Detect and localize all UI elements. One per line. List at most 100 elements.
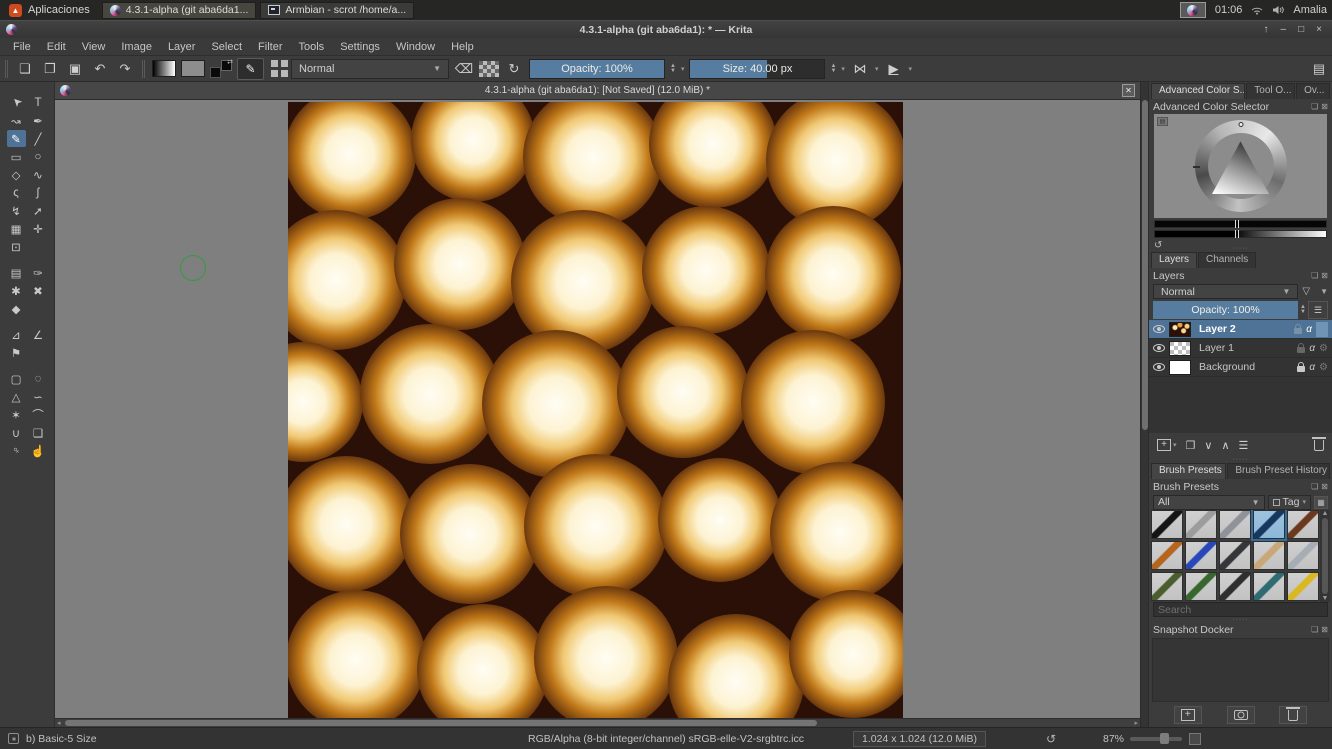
open-document-button[interactable]: ❐	[40, 59, 60, 79]
vertical-scrollbar[interactable]	[1140, 82, 1148, 727]
layer-blending-mode-dropdown[interactable]: Normal ▼	[1153, 284, 1298, 299]
tool-freehand-path[interactable]: ∫	[29, 184, 48, 201]
switch-to-snapshot-button[interactable]	[1227, 706, 1255, 724]
shade-button[interactable]: ↑	[1264, 24, 1269, 35]
tool-outline-select[interactable]: ❏	[29, 424, 48, 441]
tool-rect-select[interactable]: ▢	[7, 370, 26, 387]
tool-reference-images[interactable]: ⚑	[7, 344, 26, 361]
create-snapshot-button[interactable]: +	[1174, 706, 1202, 724]
tool-ellipse[interactable]: ○	[29, 148, 48, 165]
float-docker-icon[interactable]: ❏	[1311, 102, 1318, 111]
canvas-viewport[interactable]	[55, 100, 1140, 718]
zoom-level[interactable]: 87%	[1103, 733, 1124, 745]
brush-grid-scrollbar[interactable]: ▲ ▼	[1320, 510, 1330, 602]
reload-preset-button[interactable]: ↻	[504, 59, 524, 79]
tool-dynamic-brush[interactable]: ↯	[7, 202, 26, 219]
scroll-down-icon[interactable]: ▼	[1322, 595, 1329, 602]
menu-window[interactable]: Window	[388, 41, 443, 53]
lock-icon[interactable]	[1297, 347, 1305, 353]
zoom-to-fit-icon[interactable]	[1189, 733, 1201, 745]
toolbar-drag-handle[interactable]	[5, 60, 8, 78]
brush-preset-2[interactable]	[1219, 510, 1251, 539]
alpha-lock-icon[interactable]: α	[1309, 362, 1315, 373]
gradient-chooser[interactable]	[152, 60, 176, 77]
scroll-up-icon[interactable]: ▲	[1322, 510, 1329, 517]
layer-row-layer-1[interactable]: Layer 1 α ⚙	[1149, 339, 1332, 358]
tool-line[interactable]: ╱	[29, 130, 48, 147]
layer-row-layer-2[interactable]: Layer 2 α	[1149, 320, 1332, 339]
layer-drag-handle[interactable]	[1316, 322, 1328, 337]
pattern-chooser[interactable]	[181, 60, 205, 77]
horizontal-scrollbar[interactable]: ◂ ▸	[55, 718, 1140, 727]
layer-row-background[interactable]: Background α ⚙	[1149, 358, 1332, 377]
menu-settings[interactable]: Settings	[332, 41, 388, 53]
lightness-bar[interactable]	[1154, 230, 1327, 238]
move-layer-up-button[interactable]: ∧	[1221, 439, 1229, 452]
tab-brush-presets[interactable]: Brush Presets	[1151, 463, 1226, 479]
taskbar-window-0[interactable]: 4.3.1-alpha (git aba6da1...	[102, 2, 257, 19]
brush-preset-status-icon[interactable]	[8, 733, 19, 744]
save-button[interactable]: ▣	[65, 59, 85, 79]
remove-snapshot-button[interactable]	[1279, 706, 1307, 724]
mirror-vertical-button[interactable]: ▶	[883, 59, 903, 79]
size-spinner[interactable]: ▲▼	[830, 64, 836, 74]
tab-layers[interactable]: Layers	[1151, 252, 1197, 268]
tool-ellipse-select[interactable]: ◌	[29, 370, 48, 387]
opacity-spinner[interactable]: ▲▼	[670, 64, 676, 74]
tool-smart-patch[interactable]: ✱	[7, 282, 26, 299]
close-docker-icon[interactable]: ⊠	[1321, 102, 1328, 111]
tool-assistants[interactable]: ⊿	[7, 326, 26, 343]
close-document-icon[interactable]: ✕	[1122, 84, 1135, 97]
menu-help[interactable]: Help	[443, 41, 482, 53]
opacity-options-caret[interactable]: ▾	[681, 65, 685, 73]
eraser-mode-button[interactable]: ⌫	[454, 59, 474, 79]
preset-display-options-button[interactable]: ▦	[1314, 496, 1328, 509]
close-button[interactable]: ×	[1316, 24, 1322, 35]
close-docker-icon[interactable]: ⊠	[1321, 482, 1328, 491]
layer-thumbnail[interactable]	[1169, 322, 1191, 337]
tool-zoom[interactable]: ♀	[3, 438, 28, 463]
tool-pan[interactable]: ☝	[29, 442, 48, 459]
visibility-icon[interactable]	[1153, 363, 1165, 371]
tool-rectangle[interactable]: ▭	[7, 148, 26, 165]
add-layer-button[interactable]: + ▾	[1157, 439, 1177, 451]
brush-preset-12[interactable]	[1219, 572, 1251, 601]
tool-bezier-select[interactable]: ⌒	[29, 406, 48, 423]
scroll-track[interactable]	[1322, 518, 1328, 594]
user-name[interactable]: Amalia	[1293, 4, 1327, 16]
horizontal-scroll-handle[interactable]	[65, 720, 817, 726]
tab-tool-options[interactable]: Tool O...	[1246, 83, 1295, 99]
duplicate-layer-button[interactable]: ❐	[1186, 439, 1196, 452]
brush-preset-1[interactable]	[1185, 510, 1217, 539]
toolbar-drag-handle[interactable]	[142, 60, 145, 78]
workspace-chooser-button[interactable]: ▤	[1309, 59, 1329, 79]
tab-brush-preset-history[interactable]: Brush Preset History	[1227, 463, 1330, 479]
alpha-lock-icon[interactable]: α	[1309, 343, 1315, 354]
brush-preset-5[interactable]	[1151, 541, 1183, 570]
menu-layer[interactable]: Layer	[160, 41, 204, 53]
layer-style-icon[interactable]: ⚙	[1319, 362, 1328, 373]
tool-polygon[interactable]: ◇	[7, 166, 26, 183]
tool-freehand-select[interactable]: ∽	[29, 388, 48, 405]
brush-preset-10[interactable]	[1151, 572, 1183, 601]
tool-calligraphy[interactable]: ✒	[29, 112, 48, 129]
redo-button[interactable]: ↷	[115, 59, 135, 79]
brush-tag-filter-dropdown[interactable]: All ▼	[1153, 495, 1265, 510]
foreground-background-colors[interactable]: ⇄	[210, 60, 232, 78]
zoom-slider[interactable]	[1130, 737, 1182, 741]
tool-colorize-mask[interactable]: ✖	[29, 282, 48, 299]
brush-editor-button[interactable]: ✎	[237, 58, 264, 80]
layer-filter-caret[interactable]: ▼	[1320, 287, 1328, 296]
tool-bezier-curve[interactable]: ς	[7, 184, 26, 201]
tool-freehand-brush[interactable]: ✎	[7, 130, 26, 147]
brush-preset-7[interactable]	[1219, 541, 1251, 570]
color-history-bar[interactable]	[1154, 220, 1327, 228]
taskbar-window-1[interactable]: Armbian - scrot /home/a...	[260, 2, 414, 19]
brush-preset-6[interactable]	[1185, 541, 1217, 570]
brush-preset-11[interactable]	[1185, 572, 1217, 601]
float-docker-icon[interactable]: ❏	[1311, 482, 1318, 491]
vertical-scroll-handle[interactable]	[1142, 100, 1148, 430]
layer-properties-button[interactable]: ☰	[1239, 439, 1249, 452]
layer-style-icon[interactable]: ⚙	[1319, 343, 1328, 354]
size-options-caret[interactable]: ▾	[841, 65, 845, 73]
